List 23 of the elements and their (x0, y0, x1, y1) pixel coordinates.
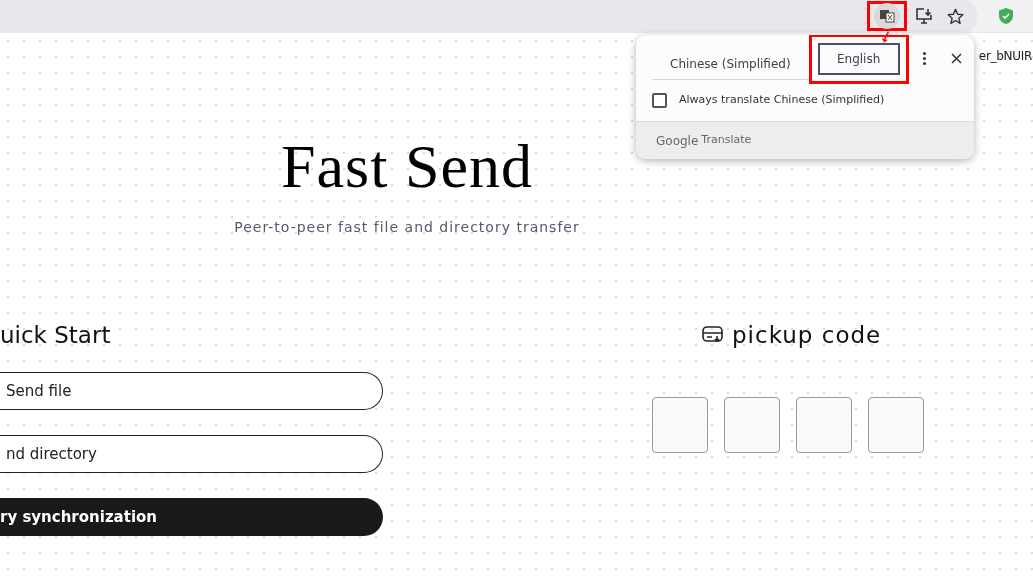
language-tab[interactable]: Chinese (Simplified) (652, 48, 809, 80)
code-input[interactable] (652, 397, 708, 453)
brand-text: Google (656, 132, 699, 150)
ticket-icon (702, 325, 724, 345)
star-icon[interactable] (947, 8, 964, 24)
page-text: er_bNUIR (978, 48, 1032, 65)
product-text: Translate (701, 132, 752, 149)
section-heading: uick Start (0, 321, 112, 350)
language-tab[interactable]: English (817, 43, 900, 75)
translate-icon[interactable] (874, 3, 900, 29)
install-icon[interactable] (915, 7, 933, 25)
sync-button[interactable]: ry synchronization (0, 498, 383, 536)
send-button[interactable]: nd directory (0, 435, 383, 473)
close-icon[interactable] (950, 52, 962, 64)
checkbox[interactable] (652, 92, 667, 108)
code-input[interactable] (724, 397, 780, 453)
checkbox-label: Always translate Chinese (Simplified) (679, 91, 885, 108)
send-button[interactable]: Send file (0, 372, 383, 410)
app-title: Fast Send (281, 131, 533, 201)
code-input[interactable] (796, 397, 852, 453)
code-input[interactable] (868, 397, 924, 453)
app-subtitle: Peer-to-peer fast file and directory transfer (234, 218, 580, 237)
section-heading: pickup code (732, 321, 882, 350)
